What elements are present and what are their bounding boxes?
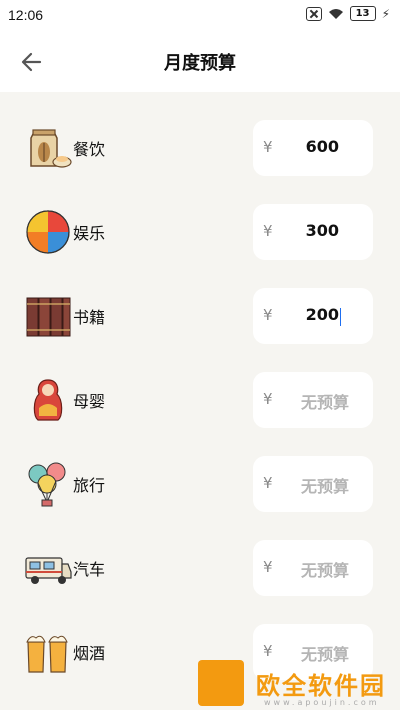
- rice-bag-icon: [30, 129, 72, 168]
- budget-placeholder: 无预算: [300, 561, 349, 580]
- wifi-icon: [328, 8, 343, 19]
- status-icons: 13 ⚡: [305, 6, 390, 21]
- beach-ball-icon: [26, 210, 70, 254]
- app-bar: 月度预算: [0, 32, 400, 92]
- budget-amount: 200: [305, 305, 339, 324]
- currency-symbol: ¥: [263, 474, 273, 492]
- budget-row-entertainment: 娱乐 ¥ 300: [0, 190, 400, 274]
- category-label: 汽车: [73, 560, 106, 579]
- battery-icon: 13: [349, 6, 376, 21]
- no-sim-icon: [305, 6, 322, 21]
- matryoshka-icon: [33, 379, 63, 421]
- budget-input[interactable]: ¥ 200: [253, 288, 373, 344]
- budget-input[interactable]: ¥ 300: [253, 204, 373, 260]
- category-label: 餐饮: [73, 140, 106, 159]
- watermark-text: 欧全软件园: [256, 672, 386, 700]
- page-title: 月度预算: [164, 53, 236, 74]
- budget-row-baby: 母婴 ¥ 无预算: [0, 358, 400, 442]
- budget-placeholder: 无预算: [300, 477, 349, 496]
- rv-icon: [25, 557, 72, 584]
- budget-row-car: 汽车 ¥ 无预算: [0, 526, 400, 610]
- currency-symbol: ¥: [263, 306, 273, 324]
- currency-symbol: ¥: [263, 138, 273, 156]
- category-label: 旅行: [73, 476, 106, 495]
- currency-symbol: ¥: [263, 558, 273, 576]
- currency-symbol: ¥: [263, 390, 273, 408]
- category-label: 烟酒: [73, 644, 106, 663]
- budget-input[interactable]: ¥ 无预算: [253, 372, 373, 428]
- currency-symbol: ¥: [263, 642, 273, 660]
- category-label: 娱乐: [73, 224, 106, 243]
- status-bar: 12:06 13 ⚡: [0, 0, 400, 32]
- category-label: 母婴: [73, 392, 106, 411]
- watermark: 欧全软件园 www.apoujin.com: [198, 660, 400, 710]
- budget-placeholder: 无预算: [300, 393, 349, 412]
- books-icon: [26, 297, 71, 337]
- budget-amount: 300: [305, 221, 339, 240]
- balloons-icon: [28, 462, 66, 507]
- watermark-url: www.apoujin.com: [264, 698, 380, 707]
- budget-input[interactable]: ¥ 无预算: [253, 456, 373, 512]
- budget-input[interactable]: ¥ 600: [253, 120, 373, 176]
- category-label: 书籍: [73, 308, 106, 327]
- budget-input[interactable]: ¥ 无预算: [253, 540, 373, 596]
- currency-symbol: ¥: [263, 222, 273, 240]
- text-caret: [339, 308, 341, 326]
- budget-row-books: 书籍 ¥ 200: [0, 274, 400, 358]
- watermark-logo-icon: [198, 660, 244, 706]
- budget-row-travel: 旅行 ¥ 无预算: [0, 442, 400, 526]
- beer-mugs-icon: [26, 635, 68, 673]
- charging-icon: ⚡: [381, 6, 390, 21]
- budget-amount: 600: [305, 137, 339, 156]
- budget-row-dining: 餐饮 ¥ 600: [0, 106, 400, 190]
- status-time: 12:06: [8, 7, 44, 23]
